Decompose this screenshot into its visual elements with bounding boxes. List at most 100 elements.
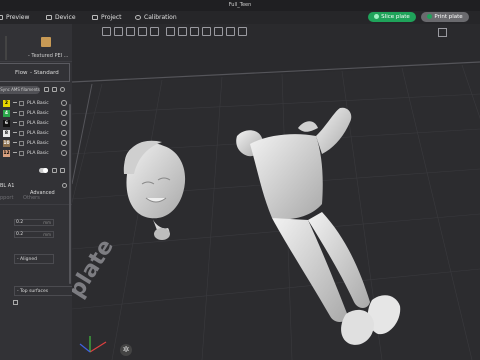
divider [0,204,72,205]
filament-type-icon [19,111,24,116]
filament-type-icon [19,131,24,136]
initial-layer-height-unit: mm [43,232,51,237]
filament-slot-swatch[interactable]: 2 [3,100,10,107]
only-one-wall-select[interactable]: - Top surfaces [14,286,72,296]
tab-project[interactable]: Project [92,14,122,21]
filament-slot-swatch[interactable]: 12 [3,150,10,157]
tab-device-label: Device [55,14,76,21]
device-icon [46,15,52,20]
plate-type-label[interactable]: - Textured PEI ... [28,53,68,59]
window-title: Full_Teen [228,2,252,8]
filament-slot-swatch[interactable]: 8 [3,130,10,137]
filament-slot-swatch[interactable]: 6 [3,120,10,127]
filament-name: PLA Basic [27,111,49,116]
slice-plate-button[interactable]: Slice plate [368,12,416,22]
filament-type-icon [19,121,24,126]
preview-icon [0,15,3,20]
project-icon [92,15,98,20]
filament-row[interactable]: 4 PLA Basic [3,109,71,119]
view-options-icon[interactable]: ✲ [120,344,132,356]
filament-name: PLA Basic [27,101,49,106]
sidebar-scrollbar[interactable] [69,104,71,284]
arrange-icon[interactable] [150,27,159,36]
divider [13,132,17,133]
flow-label: Flow [15,70,28,76]
filament-slot-swatch[interactable]: 10 [3,140,10,147]
filament-row[interactable]: 6 PLA Basic [3,119,71,129]
plate-thumbnail[interactable] [41,37,51,47]
move-icon[interactable] [166,27,175,36]
compare-icon[interactable] [52,168,57,173]
save-preset-icon[interactable] [60,168,65,173]
paint-icon[interactable] [214,27,223,36]
print-icon [427,14,433,19]
tab-support[interactable]: pport [0,195,13,201]
divider [13,102,17,103]
cut-icon[interactable] [202,27,211,36]
printer-label: BL A1 [0,183,15,189]
filament-settings-icon[interactable] [60,87,65,92]
filament-edit-icon[interactable] [61,100,67,106]
layer-height-field[interactable]: 0.2 mm [14,219,54,226]
divider [0,61,72,62]
add-plate-icon[interactable] [126,27,135,36]
text-icon[interactable] [238,27,247,36]
filament-type-icon [19,101,24,106]
filament-name: PLA Basic [27,121,49,126]
remove-filament-icon[interactable] [52,87,57,92]
filament-name: PLA Basic [27,141,49,146]
tab-calibration[interactable]: Calibration [135,14,177,21]
filament-row[interactable]: 2 PLA Basic [3,99,71,109]
filament-type-icon [19,151,24,156]
filament-name: PLA Basic [27,151,49,156]
tab-project-label: Project [101,14,122,21]
filament-edit-icon[interactable] [61,120,67,126]
calibration-icon [135,15,141,20]
filament-row[interactable]: 8 PLA Basic [3,129,71,139]
filament-name: PLA Basic [27,131,49,136]
option-checkbox[interactable] [13,300,18,305]
tab-device[interactable]: Device [46,14,76,21]
sync-ams-button[interactable]: Sync AMS filaments [0,86,40,94]
divider [13,112,17,113]
filament-edit-icon[interactable] [61,110,67,116]
orient-icon[interactable] [138,27,147,36]
seam-position-select[interactable]: - Aligned [14,254,54,264]
layer-height-unit: mm [43,220,51,225]
layer-height-value: 0.2 [16,220,24,225]
print-plate-button[interactable]: Print plate [421,12,469,22]
app-window: Full_Teen Preview Device Project Calibra… [0,0,480,360]
settings-tabs: pport Others [0,195,40,201]
divider [13,152,17,153]
tab-preview-label: Preview [6,14,30,21]
initial-layer-height-value: 0.2 [16,232,24,237]
3d-viewport[interactable]: plate ✲ [72,24,480,360]
filament-edit-icon[interactable] [61,140,67,146]
divider [13,122,17,123]
filament-type-icon [19,141,24,146]
slice-plate-label: Slice plate [381,14,410,20]
filament-edit-icon[interactable] [61,150,67,156]
measure-icon[interactable] [226,27,235,36]
tab-preview[interactable]: Preview [0,14,29,21]
flow-value: - Standard [30,70,59,76]
add-object-icon[interactable] [102,27,111,36]
flow-selector[interactable]: Flow - Standard [0,63,70,82]
search-icon[interactable] [62,183,67,188]
layers-icon[interactable] [438,28,447,37]
filament-slot-swatch[interactable]: 4 [3,110,10,117]
advanced-toggle[interactable] [39,168,48,173]
add-filament-icon[interactable] [44,87,49,92]
left-sidebar: - Textured PEI ... Flow - Standard Sync … [0,24,72,360]
rotate-icon[interactable] [178,27,187,36]
viewport-toolbar [102,26,252,38]
filament-row[interactable]: 12 PLA Basic [3,149,71,159]
tab-others[interactable]: Others [23,195,40,201]
scale-icon[interactable] [190,27,199,36]
filament-row[interactable]: 10 PLA Basic [3,139,71,149]
slice-icon [374,14,380,19]
initial-layer-height-field[interactable]: 0.2 mm [14,231,54,238]
filament-edit-icon[interactable] [61,130,67,136]
grid-view-icon[interactable] [114,27,123,36]
divider [13,142,17,143]
